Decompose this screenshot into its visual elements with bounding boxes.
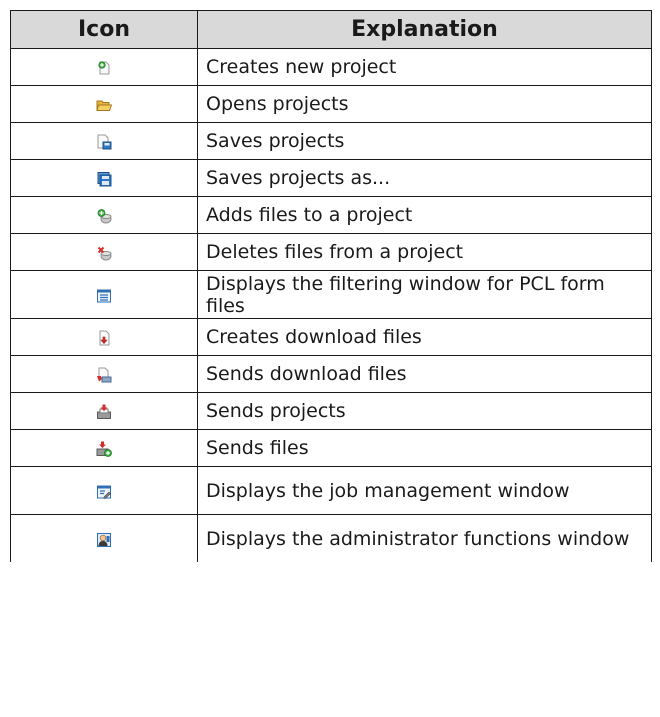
row-explanation: Displays the job management window [197,466,652,515]
row-explanation: Adds files to a project [197,196,652,234]
job-management-icon [96,484,112,500]
row-explanation: Deletes files from a project [197,233,652,271]
table-row: Saves projects as... [10,159,652,197]
save-icon [96,134,112,150]
delete-files-icon [96,245,112,261]
table-row: Displays the job management window [10,466,652,515]
save-as-icon [96,171,112,187]
open-folder-icon [96,97,112,113]
table-row: Sends download files [10,355,652,393]
table-row: Creates new project [10,48,652,86]
new-project-icon [96,60,112,76]
header-row: Icon Explanation [10,10,652,49]
create-download-icon [96,330,112,346]
table-row: Displays the filtering window for PCL fo… [10,270,652,319]
header-explanation: Explanation [197,10,652,49]
administrator-icon [96,532,112,548]
icon-explanation-table: Icon Explanation Creates new project Ope… [10,10,652,562]
send-files-icon [96,441,112,457]
filter-window-icon [96,288,112,304]
table-row: Sends projects [10,392,652,430]
table-row: Creates download files [10,318,652,356]
send-download-icon [96,367,112,383]
row-explanation: Displays the filtering window for PCL fo… [197,270,652,319]
row-explanation: Sends download files [197,355,652,393]
send-projects-icon [96,404,112,420]
row-explanation: Sends files [197,429,652,467]
row-explanation: Opens projects [197,85,652,123]
row-explanation: Saves projects [197,122,652,160]
table-row: Displays the administrator functions win… [10,514,652,562]
table-row: Saves projects [10,122,652,160]
row-explanation: Creates download files [197,318,652,356]
table-row: Opens projects [10,85,652,123]
header-icon: Icon [10,10,198,49]
row-explanation: Displays the administrator functions win… [197,514,652,562]
row-explanation: Creates new project [197,48,652,86]
table-row: Sends files [10,429,652,467]
row-explanation: Saves projects as... [197,159,652,197]
table-row: Deletes files from a project [10,233,652,271]
table-row: Adds files to a project [10,196,652,234]
add-files-icon [96,208,112,224]
row-explanation: Sends projects [197,392,652,430]
